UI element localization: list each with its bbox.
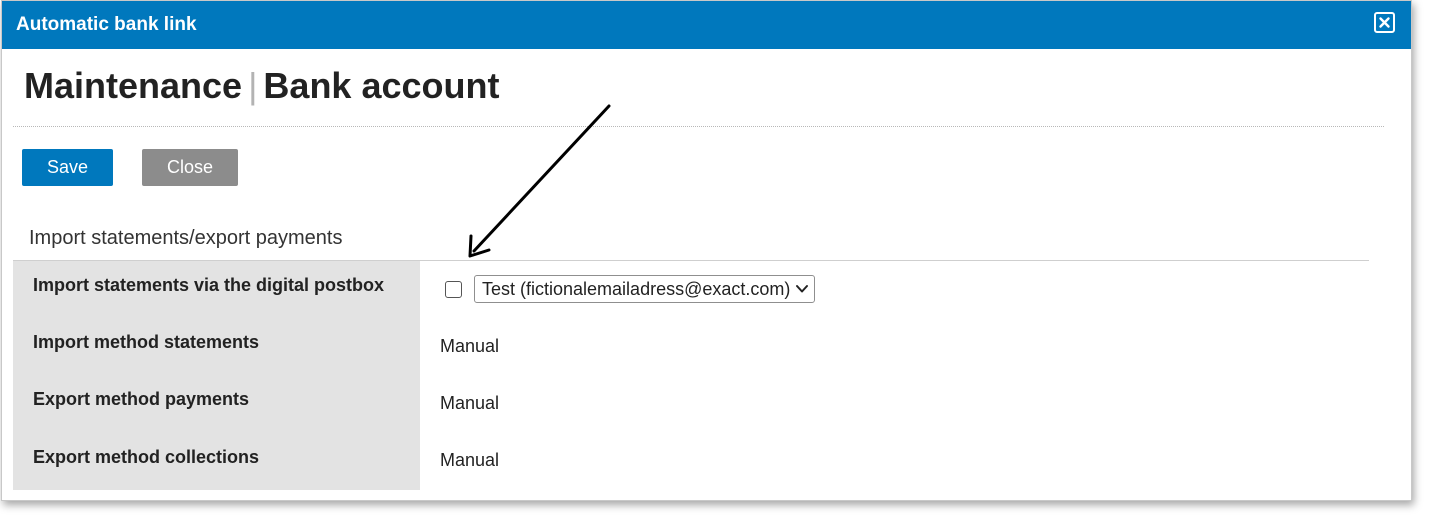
page-title: Maintenance | Bank account [24, 65, 499, 107]
heading-divider [13, 126, 1384, 127]
page-title-subject: Bank account [263, 65, 500, 106]
bank-link-dialog: Automatic bank link Maintenance | Bank acc… [1, 0, 1412, 501]
export-collections-value: Manual [440, 450, 500, 470]
close-icon[interactable] [1374, 12, 1395, 33]
postbox-account-select-value: Test (fictionalemailadress@exact.com) [482, 279, 791, 299]
field-label-export-payments: Export method payments [33, 389, 250, 409]
chevron-down-icon [796, 285, 808, 293]
field-label-digital-postbox: Import statements via the digital postbo… [33, 275, 385, 295]
field-label-export-collections: Export method collections [33, 447, 260, 467]
export-payments-value: Manual [440, 393, 500, 413]
digital-postbox-checkbox[interactable] [445, 281, 462, 298]
import-method-value: Manual [440, 336, 500, 356]
page-title-separator: | [248, 65, 258, 106]
close-button[interactable]: Close [142, 149, 238, 186]
section-title: Import statements/export payments [29, 227, 343, 249]
dialog-title: Automatic bank link [16, 14, 197, 35]
postbox-account-select[interactable]: Test (fictionalemailadress@exact.com) [474, 275, 815, 303]
page-title-section: Maintenance [24, 65, 243, 106]
dialog-titlebar: Automatic bank link [2, 1, 1411, 49]
field-label-import-method: Import method statements [33, 332, 260, 352]
save-button[interactable]: Save [22, 149, 113, 186]
